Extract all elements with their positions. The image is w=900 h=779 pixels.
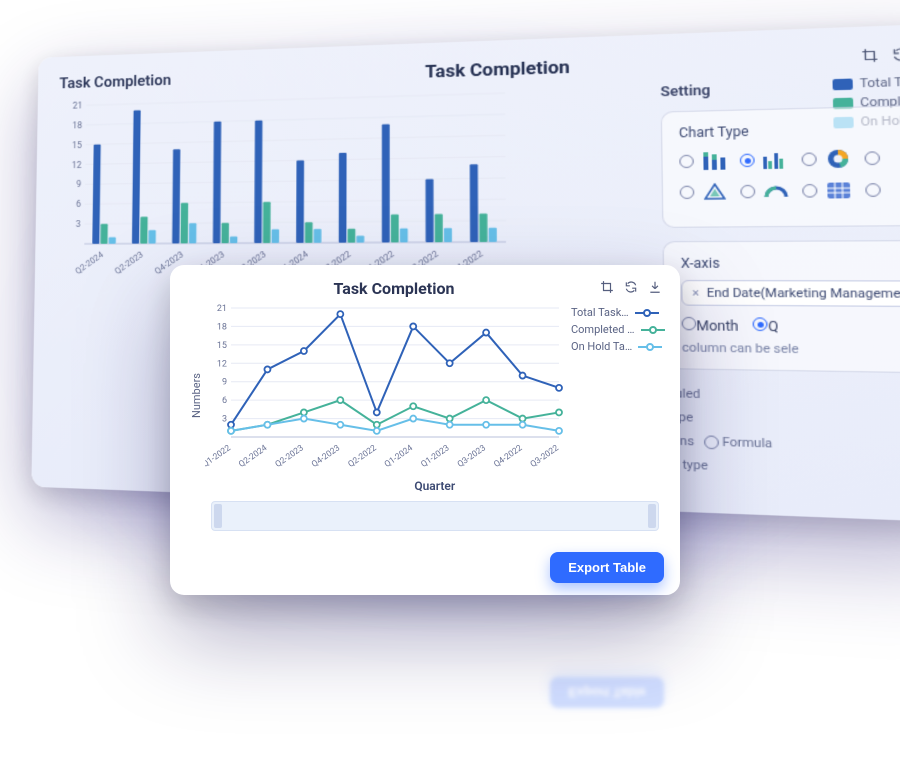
svg-text:Q2-2022: Q2-2022 <box>346 443 378 470</box>
xaxis-box: X-axis × End Date(Marketing Management) M… <box>662 240 900 374</box>
settings-partial: luled ype nns Formula y type <box>664 383 900 488</box>
svg-text:6: 6 <box>76 200 81 210</box>
line-chart: 36912151821Q1-2022Q2-2024Q2-2023Q4-2023Q… <box>205 300 565 475</box>
svg-text:9: 9 <box>76 180 81 190</box>
settings-title: Setting <box>660 75 900 101</box>
svg-text:Q4-2022: Q4-2022 <box>492 443 524 470</box>
legend-label-onhold: On Hold Ta… <box>571 340 632 353</box>
svg-text:9: 9 <box>222 378 227 388</box>
chart-title-front: Task Completion <box>188 279 600 298</box>
svg-text:Q2-2023: Q2-2023 <box>113 250 146 277</box>
chart-type-label: Chart Type <box>679 119 900 141</box>
svg-text:6: 6 <box>222 396 227 406</box>
svg-text:18: 18 <box>72 121 82 131</box>
export-table-button[interactable]: Export Table <box>550 552 664 583</box>
svg-text:Q3-2023: Q3-2023 <box>456 443 488 470</box>
crop-icon[interactable] <box>861 46 879 68</box>
period-quarter[interactable]: Q <box>753 317 778 334</box>
svg-text:Q4-2023: Q4-2023 <box>310 443 342 470</box>
formula-option-label: Formula <box>722 434 772 450</box>
svg-text:18: 18 <box>217 322 227 332</box>
svg-text:Q1-2022: Q1-2022 <box>205 443 233 470</box>
legend-label-completed: Completed … <box>571 323 635 336</box>
y-axis-label: Numbers <box>188 300 205 531</box>
svg-text:Q3-2022: Q3-2022 <box>529 443 561 470</box>
svg-text:21: 21 <box>72 101 82 111</box>
chart-type-gauge[interactable] <box>740 181 790 202</box>
chart-type-radar[interactable] <box>680 182 729 203</box>
svg-text:Q2-2023: Q2-2023 <box>274 443 306 470</box>
svg-text:12: 12 <box>72 160 82 170</box>
svg-text:12: 12 <box>217 359 227 369</box>
svg-text:Q1-2023: Q1-2023 <box>419 443 451 470</box>
bar-chart: 36912151821Q2-2024Q2-2023Q4-2023Q1-2023Q… <box>56 87 511 286</box>
chip-remove-icon[interactable]: × <box>692 286 699 301</box>
panel-title: Task Completion <box>59 71 171 93</box>
line-legend: Total Task… Completed … On Hold Ta… <box>571 306 665 475</box>
chart-type-extra1[interactable] <box>864 151 880 165</box>
svg-text:21: 21 <box>217 304 227 314</box>
range-handle-right[interactable] <box>648 504 656 528</box>
svg-text:15: 15 <box>217 341 227 351</box>
svg-text:Q1-2024: Q1-2024 <box>383 443 415 470</box>
download-icon[interactable] <box>648 279 662 298</box>
front-card: Task Completion Numbers 3 6 9 12 15 18 21 Q1-20… <box>170 265 680 595</box>
chart-type-box: Chart Type <box>661 104 900 228</box>
range-handle-left[interactable] <box>214 504 222 528</box>
refresh-icon[interactable] <box>624 279 638 298</box>
period-month-label: Month <box>696 318 738 334</box>
legend-label-total: Total Task… <box>571 306 629 319</box>
xaxis-hint: column can be sele <box>682 340 900 358</box>
range-minimap[interactable] <box>211 501 659 531</box>
svg-text:Q2-2024: Q2-2024 <box>74 250 106 277</box>
chart-type-table[interactable] <box>802 180 853 201</box>
svg-text:3: 3 <box>76 220 81 230</box>
chart-type-groupedbar[interactable] <box>740 150 790 171</box>
xaxis-label: X-axis <box>681 255 900 271</box>
svg-text:Q2-2024: Q2-2024 <box>237 443 269 470</box>
svg-text:15: 15 <box>72 141 82 151</box>
period-month[interactable]: Month <box>682 317 739 334</box>
x-axis-label: Quarter <box>205 479 665 493</box>
svg-text:3: 3 <box>222 415 227 425</box>
export-reflection: Export Table <box>550 677 664 708</box>
xaxis-chip[interactable]: × End Date(Marketing Management) <box>681 280 900 307</box>
xaxis-chip-label: End Date(Marketing Management) <box>706 286 900 302</box>
crop-icon[interactable] <box>600 279 614 298</box>
reflection: Export Table <box>170 600 680 720</box>
chart-type-donut[interactable] <box>801 148 852 169</box>
chart-type-extra2[interactable] <box>865 183 881 197</box>
period-quarter-label: Q <box>768 319 779 335</box>
refresh-icon[interactable] <box>891 45 900 67</box>
settings-frag-4: y type <box>673 453 900 487</box>
chart-type-stackedbar[interactable] <box>679 151 728 172</box>
